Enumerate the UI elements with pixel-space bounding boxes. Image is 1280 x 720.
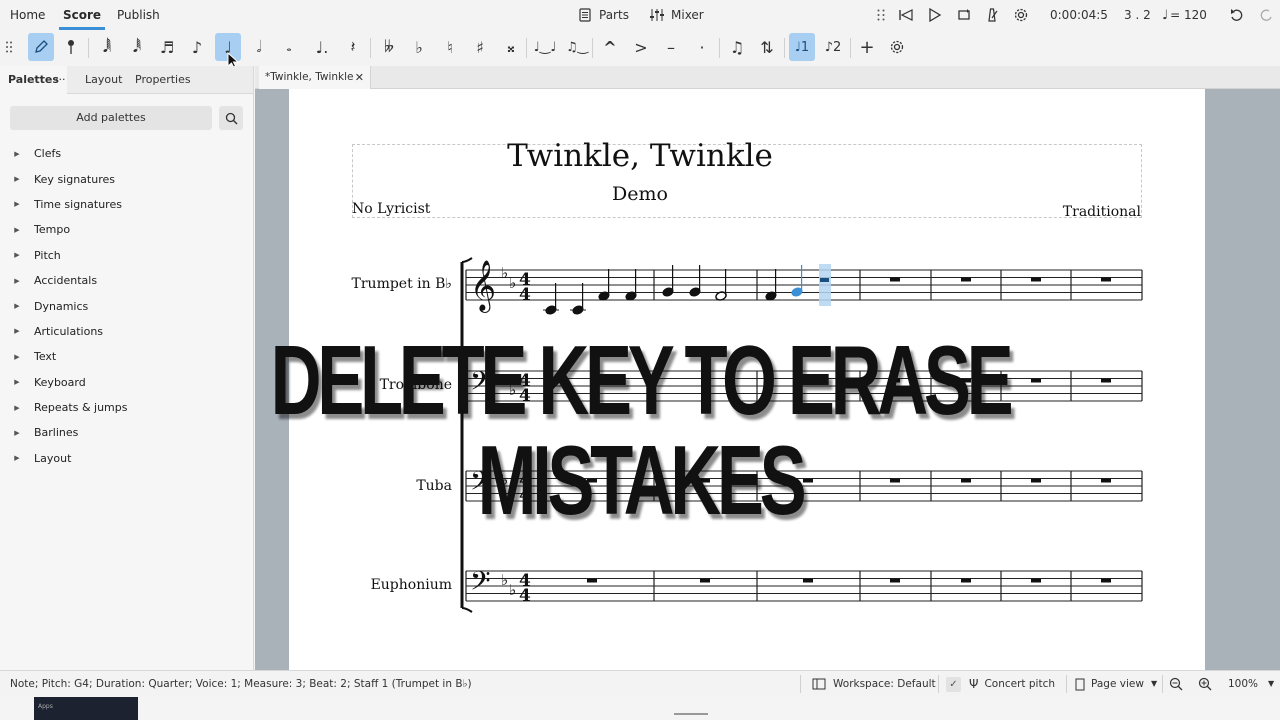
whole-rest (1101, 578, 1111, 583)
key-signature-flat: ♭ (509, 581, 516, 599)
status-bar: Note; Pitch: G4; Duration: Quarter; Voic… (0, 670, 1280, 696)
whole-rest (587, 578, 597, 583)
taskbar (0, 696, 1280, 720)
whole-rest (1101, 478, 1111, 483)
tuning-fork-icon: Ψ (969, 677, 979, 691)
key-signature-flat: ♭ (501, 264, 508, 282)
zoom-dropdown[interactable]: 100% ▼ (1228, 671, 1274, 697)
workspace-button[interactable]: Workspace: Default (812, 671, 936, 697)
quarter-rest (820, 278, 829, 282)
whole-rest (1031, 277, 1041, 282)
selection-highlight (819, 264, 831, 306)
zoom-in-button[interactable] (1198, 671, 1212, 697)
whole-rest (890, 578, 900, 583)
key-signature-flat: ♭ (509, 274, 516, 292)
whole-rest (1101, 378, 1111, 383)
selection-info: Note; Pitch: G4; Duration: Quarter; Voic… (10, 678, 472, 690)
whole-rest (803, 578, 813, 583)
system-bracket (461, 607, 473, 613)
chevron-down-icon: ▼ (1150, 679, 1158, 688)
view-mode-dropdown[interactable]: Page view ▼ (1075, 671, 1157, 697)
whole-rest (961, 578, 971, 583)
workspace-icon (812, 678, 826, 690)
zoom-in-icon (1198, 677, 1212, 691)
whole-rest (1101, 277, 1111, 282)
checkbox-icon[interactable]: ✓ (946, 676, 961, 692)
taskbar-handle (674, 713, 708, 715)
chevron-down-icon: ▼ (1268, 679, 1275, 688)
page-icon (1075, 678, 1085, 690)
overlay-caption: DELETE KEY TO ERASE MISTAKES (270, 325, 1014, 535)
whole-rest (890, 277, 900, 282)
whole-rest (1031, 578, 1041, 583)
time-signature-denominator: 4 (519, 285, 531, 305)
bass-clef: 𝄢 (470, 565, 491, 603)
app-thumbnail[interactable]: Apps (34, 697, 138, 720)
zoom-out-icon (1169, 677, 1183, 691)
time-signature-denominator: 4 (519, 586, 531, 606)
whole-rest (961, 277, 971, 282)
treble-clef: 𝄞 (470, 260, 496, 313)
concert-pitch-toggle[interactable]: ✓ Ψ Concert pitch (946, 671, 1055, 697)
zoom-out-button[interactable] (1169, 671, 1183, 697)
key-signature-flat: ♭ (501, 571, 508, 589)
whole-rest (700, 578, 710, 583)
